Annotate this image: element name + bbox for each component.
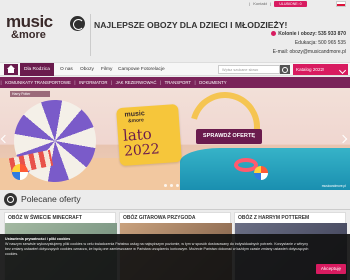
banner-dot[interactable]	[164, 184, 167, 187]
cookie-heading: Ustawienia prywatności i pliki cookies	[5, 237, 71, 241]
utility-links: | Kontakt |	[248, 0, 272, 8]
hero-banner[interactable]: Harry Potter music &more lato 2022 SPRAW…	[0, 88, 350, 190]
nav-item-dla-rodzica[interactable]: Dla Rodzica	[20, 63, 54, 76]
header: music &more NAJLEPSZE OBOZY DLA DZIECI I…	[0, 8, 350, 60]
site-logo[interactable]: music &more	[6, 12, 86, 46]
subnav-jak-rezerwowac[interactable]: JAK REZERWOWAĆ	[113, 77, 160, 88]
home-icon[interactable]	[4, 64, 18, 75]
logo-swirl-icon	[70, 16, 85, 31]
utility-sep: |	[269, 1, 271, 6]
phone-row: Kolonie i obozy: 535 933 870	[271, 30, 346, 39]
summer-ticket: music &more lato 2022	[116, 103, 182, 167]
beach-ball-icon	[254, 166, 268, 180]
offer-card-title[interactable]: OBÓZ GITAROWA PRZYGODA	[123, 215, 196, 221]
ticket-logo-sub: &more	[127, 117, 145, 125]
subnav-informator[interactable]: INFORMATOR	[76, 77, 111, 88]
subnav-sep: |	[0, 80, 2, 85]
cookie-text-block: Ustawienia prywatności i pliki cookies W…	[5, 237, 311, 257]
subnav-dokumenty[interactable]: DOKUMENTY	[196, 77, 229, 88]
banner-credit: musicandmore.pl	[321, 184, 346, 188]
search-icon[interactable]	[280, 65, 290, 74]
logo-wordmark-sub: &more	[11, 29, 46, 41]
phone-icon	[271, 30, 277, 36]
nav-item-o-nas[interactable]: O nas	[56, 63, 77, 76]
ticket-year: 2022	[123, 141, 161, 160]
nav-item-obozy[interactable]: Obozy	[76, 63, 98, 76]
utility-sep: |	[249, 1, 251, 6]
banner-prev-arrow-icon[interactable]	[0, 134, 10, 144]
cookie-text: W naszym serwisie wykorzystujemy pliki c…	[5, 241, 309, 256]
banner-dot[interactable]	[176, 184, 179, 187]
section-title: Polecane oferty	[21, 194, 81, 204]
logo-wordmark: music	[6, 12, 53, 31]
language-flag-icon[interactable]	[336, 1, 346, 7]
accept-cookies-button[interactable]: Akceptuję	[316, 264, 346, 274]
main-nav: Dla Rodzica O nas Obozy Filmy Campowe Fo…	[0, 62, 350, 76]
subnav-sep: |	[159, 80, 162, 85]
check-offer-button[interactable]: SPRAWDŹ OFERTĘ	[196, 129, 262, 144]
banner-dot[interactable]	[170, 184, 173, 187]
offer-card-title[interactable]: OBÓZ Z HARRYM POTTEREM	[238, 215, 309, 221]
contact-link[interactable]: Kontakt	[252, 1, 268, 6]
page: | Kontakt | ULUBIONE: 0 music &more NAJL…	[0, 0, 350, 280]
subnav-sep: |	[194, 80, 196, 85]
subnav-transport[interactable]: TRANSPORT	[162, 77, 194, 88]
search-input[interactable]: Wpisz szukane słowo	[218, 65, 280, 74]
phone-education[interactable]: Edukacja: 500 965 535	[271, 39, 346, 48]
banner-next-arrow-icon[interactable]	[338, 134, 348, 144]
beach-ball-icon	[12, 164, 28, 180]
banner-slide-label[interactable]: Harry Potter	[10, 91, 50, 97]
favorites-button[interactable]: ULUBIONE: 0	[274, 1, 307, 7]
subnav-komunikaty[interactable]: KOMUNIKATY TRANSPORTOWE	[2, 77, 74, 88]
cookie-banner: Ustawienia prywatności i pliki cookies W…	[0, 234, 350, 280]
offer-card-title[interactable]: OBÓZ W ŚWIECIE MINECRAFT	[8, 215, 82, 221]
nav-item-fotorelacje[interactable]: Campowe Fotorelacje	[114, 63, 169, 76]
header-divider	[90, 14, 91, 56]
contact-info: Kolonie i obozy: 535 933 870 Edukacja: 5…	[271, 30, 346, 57]
target-icon	[4, 193, 17, 206]
catalog-button[interactable]: Katalog 2022!	[293, 64, 348, 75]
sub-nav: | KOMUNIKATY TRANSPORTOWE | INFORMATOR |…	[0, 77, 350, 88]
contact-email[interactable]: E-mail: obozy@musicandmore.pl	[271, 48, 346, 57]
site-headline: NAJLEPSZE OBOZY DLA DZIECI I MŁODZIEŻY!	[94, 20, 288, 30]
subnav-sep: |	[74, 80, 76, 85]
top-utility-bar: | Kontakt | ULUBIONE: 0	[0, 0, 350, 8]
phone-camps[interactable]: Kolonie i obozy: 535 933 870	[278, 31, 346, 37]
subnav-sep: |	[111, 80, 113, 85]
section-divider	[0, 209, 350, 210]
